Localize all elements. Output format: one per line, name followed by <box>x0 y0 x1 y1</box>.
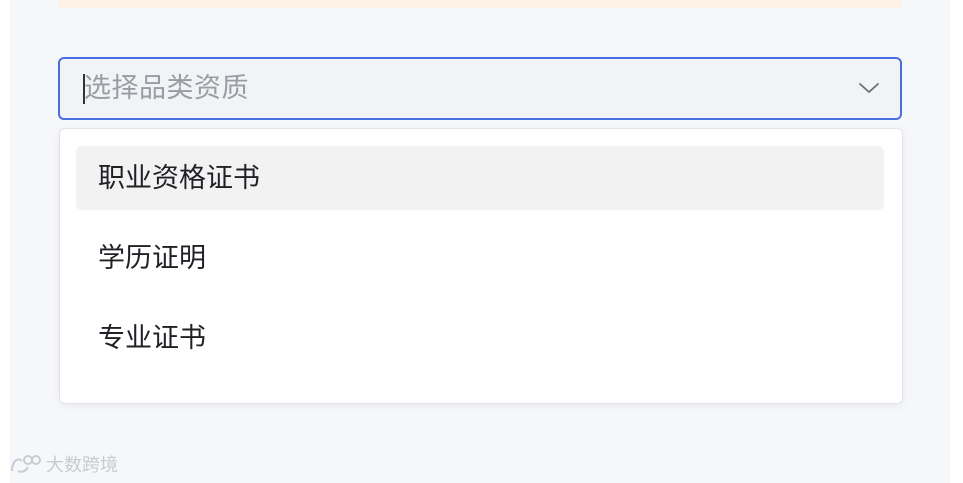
notice-banner-edge <box>58 0 902 8</box>
dropdown-menu: 职业资格证书 学历证明 专业证书 <box>59 128 903 404</box>
page-background: 选择品类资质 职业资格证书 学历证明 专业证书 <box>10 0 950 483</box>
select-placeholder: 选择品类资质 <box>84 73 249 103</box>
watermark: 大数跨境 <box>8 452 118 476</box>
option-vocational-certificate[interactable]: 职业资格证书 <box>76 146 884 210</box>
watermark-logo-icon <box>11 455 41 473</box>
option-education-proof[interactable]: 学历证明 <box>76 226 884 290</box>
option-professional-certificate[interactable]: 专业证书 <box>76 306 884 370</box>
watermark-text: 大数跨境 <box>46 455 118 475</box>
category-qualification-select[interactable]: 选择品类资质 <box>58 57 902 120</box>
chevron-down-icon[interactable] <box>858 77 880 99</box>
